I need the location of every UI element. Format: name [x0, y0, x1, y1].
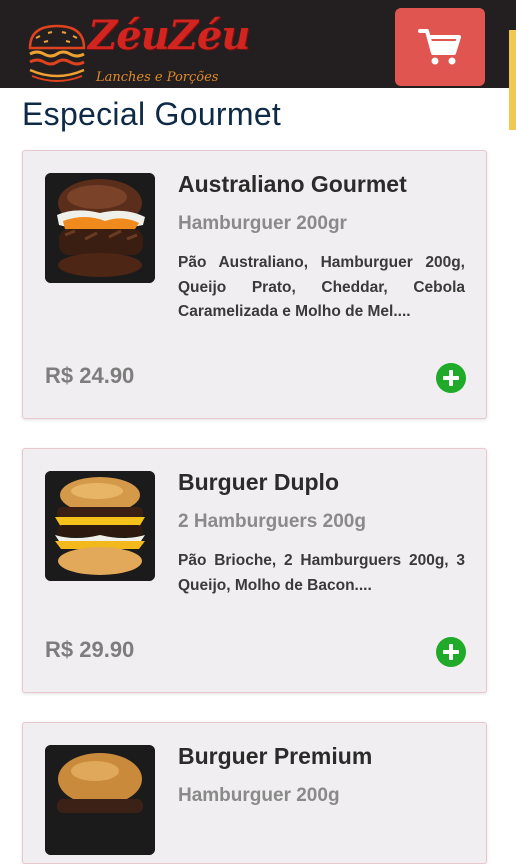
- add-to-cart-icon[interactable]: [436, 363, 466, 393]
- burger-logo-icon: [28, 24, 86, 82]
- add-to-cart-icon[interactable]: [436, 637, 466, 667]
- product-description: Pão Australiano, Hamburguer 200g, Queijo…: [178, 254, 465, 320]
- product-name: Burguer Premium: [178, 743, 373, 769]
- product-card[interactable]: Burguer Premium Hamburguer 200g: [22, 722, 487, 864]
- logo-subtitle: Lanches e Porções: [96, 70, 219, 85]
- product-subtitle: Hamburguer 200g: [178, 785, 340, 806]
- product-name: Burguer Duplo: [178, 469, 339, 495]
- product-image[interactable]: [45, 471, 155, 581]
- cart-button[interactable]: [395, 8, 485, 86]
- product-card[interactable]: Australiano Gourmet Hamburguer 200gr Pão…: [22, 150, 487, 419]
- product-image[interactable]: [45, 745, 155, 855]
- product-subtitle: Hamburguer 200gr: [178, 213, 347, 234]
- product-subtitle: 2 Hamburguers 200g: [178, 511, 366, 532]
- section-title: Especial Gourmet: [22, 96, 282, 132]
- top-bar: ZéuZéu Lanches e Porções: [0, 0, 516, 88]
- logo-title: ZéuZéu: [88, 12, 250, 59]
- product-description: Pão Brioche, 2 Hamburguers 200g, 3 Queij…: [178, 552, 465, 594]
- shopping-cart-icon: [418, 29, 461, 65]
- scroll-indicator: [509, 30, 516, 130]
- product-card[interactable]: Burguer Duplo 2 Hamburguers 200g Pão Bri…: [22, 448, 487, 693]
- burger-photo: [45, 173, 155, 283]
- burger-photo: [45, 471, 155, 581]
- product-name: Australiano Gourmet: [178, 171, 407, 197]
- product-image[interactable]: [45, 173, 155, 283]
- product-price: R$ 29.90: [45, 637, 135, 662]
- product-price: R$ 24.90: [45, 363, 135, 388]
- zeuzeu-logo[interactable]: ZéuZéu Lanches e Porções: [22, 12, 250, 86]
- burger-photo: [45, 745, 155, 855]
